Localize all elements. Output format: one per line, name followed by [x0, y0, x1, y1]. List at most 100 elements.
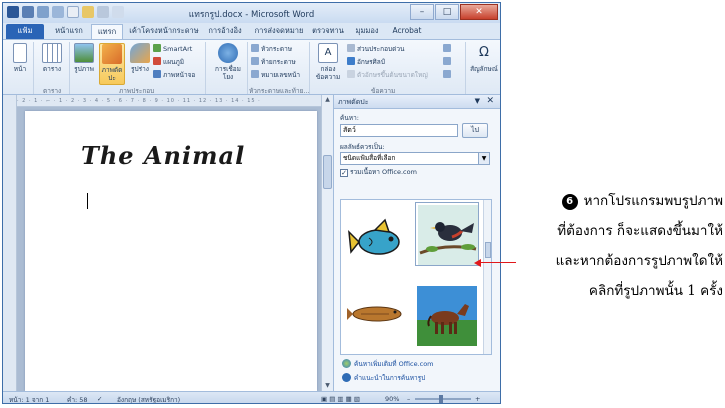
more-office-label: ค้นหาเพิ่มเติมที่ Office.com: [354, 360, 434, 368]
tab-review[interactable]: ตรวจทาน: [309, 24, 347, 39]
results-scroll-thumb[interactable]: [485, 242, 491, 258]
status-zoom[interactable]: 90%: [385, 395, 399, 403]
clipart-result-horse[interactable]: [415, 284, 479, 348]
calendar-icon: [443, 57, 451, 65]
text-cursor: [87, 193, 88, 209]
include-office-checkbox[interactable]: ✓ รวมเนื้อหา Office.com: [340, 167, 417, 177]
scroll-thumb[interactable]: [323, 155, 332, 189]
vertical-ruler: [3, 95, 17, 391]
minimize-button[interactable]: –: [410, 4, 434, 20]
step-annotation: 6 หากโปรแกรมพบรูปภาพ ที่ต้องการ ก็จะแสดงข…: [505, 186, 723, 306]
status-language[interactable]: อังกฤษ (สหรัฐอเมริกา): [117, 395, 180, 403]
smartart-icon: [153, 44, 161, 52]
chart-label: แผนภูมิ: [163, 58, 185, 66]
screenshot-label: ภาพหน้าจอ: [163, 71, 196, 79]
search-tips-link[interactable]: คำแนะนำในการค้นหารูป: [342, 373, 425, 383]
tab-insert[interactable]: แทรก: [91, 24, 123, 39]
step-number-badge: 6: [561, 194, 578, 210]
page-number-button[interactable]: หมายเลขหน้า: [251, 70, 300, 80]
results-scrollbar[interactable]: [483, 200, 491, 354]
ribbon-separator: [247, 42, 248, 94]
clipart-result-bird[interactable]: [415, 202, 479, 266]
zoom-in-icon[interactable]: +: [475, 395, 480, 403]
status-words[interactable]: คำ: 58: [67, 395, 88, 403]
table-button[interactable]: ตาราง: [39, 43, 65, 73]
tab-references[interactable]: การอ้างอิง: [203, 24, 247, 39]
dropcap-icon: [347, 70, 355, 78]
ribbon-tabs: แฟ้ม หน้าแรก แทรก เค้าโครงหน้ากระดาษ การ…: [3, 23, 500, 39]
picture-button[interactable]: รูปภาพ: [71, 43, 97, 73]
status-page[interactable]: หน้า: 1 จาก 1: [9, 395, 49, 403]
maximize-button[interactable]: □: [435, 4, 459, 20]
clipart-result-fish-brown[interactable]: [345, 284, 409, 348]
pane-close-icon[interactable]: ✕: [486, 96, 494, 106]
quickparts-button[interactable]: ส่วนประกอบด่วน: [347, 44, 404, 54]
pane-options-icon[interactable]: ▼: [475, 97, 480, 105]
annotation-line-4: คลิกที่รูปภาพนั้น 1 ครั้ง: [588, 283, 723, 299]
tab-mailings[interactable]: การส่งจดหมาย: [251, 24, 307, 39]
clipart-result-fish-blue[interactable]: [345, 208, 409, 272]
object-icon: [443, 70, 451, 78]
clipart-icon: [102, 44, 122, 64]
shapes-button[interactable]: รูปร่าง: [127, 43, 153, 73]
picture-label: รูปภาพ: [74, 65, 94, 73]
page-number-label: หมายเลขหน้า: [261, 71, 301, 79]
status-bar: หน้า: 1 จาก 1 คำ: 58 ✓ อังกฤษ (สหรัฐอเมร…: [3, 391, 500, 403]
document-heading[interactable]: The Animal: [81, 141, 245, 170]
ribbon: หน้า ตาราง รูปภาพ ภาพตัดปะ รูปร่าง Smart…: [3, 39, 500, 95]
quickparts-label: ส่วนประกอบด่วน: [357, 45, 405, 53]
zoom-out-icon[interactable]: –: [407, 395, 410, 403]
footer-button[interactable]: ท้ายกระดาษ: [251, 57, 296, 67]
object-button[interactable]: [443, 70, 453, 80]
media-type-select[interactable]: ชนิดแฟ้มสื่อที่เลือก ▼: [340, 152, 490, 165]
chart-button[interactable]: แผนภูมิ: [153, 57, 184, 67]
quickparts-icon: [347, 44, 355, 52]
textbox-icon: A: [318, 43, 338, 63]
tab-home[interactable]: หน้าแรก: [49, 24, 89, 39]
fish-blue-image: [348, 218, 400, 255]
clipart-pane-title: ภาพตัดปะ: [338, 98, 369, 106]
signature-line-button[interactable]: [443, 44, 453, 54]
header-icon: [251, 44, 259, 52]
table-label: ตาราง: [42, 65, 62, 73]
wordart-button[interactable]: อักษรศิลป์: [347, 57, 385, 67]
clipart-label: ภาพตัดปะ: [101, 66, 123, 82]
word-window: แทรกรูป.docx - Microsoft Word – □ ✕ แฟ้ม…: [2, 2, 501, 404]
header-button[interactable]: หัวกระดาษ: [251, 44, 292, 54]
proofing-icon[interactable]: ✓: [97, 395, 102, 403]
tab-acrobat[interactable]: Acrobat: [389, 24, 425, 39]
pages-icon: [13, 43, 27, 63]
tab-page-layout[interactable]: เค้าโครงหน้ากระดาษ: [127, 24, 201, 39]
symbol-button[interactable]: Ω สัญลักษณ์: [469, 43, 499, 73]
textbox-button[interactable]: A กล่องข้อความ: [313, 43, 343, 81]
clipart-button[interactable]: ภาพตัดปะ: [99, 43, 125, 85]
hyperlink-label: การเชื่อมโยง: [215, 65, 241, 81]
go-button[interactable]: ไป: [462, 123, 488, 138]
hyperlink-button[interactable]: การเชื่อมโยง: [213, 43, 243, 81]
chevron-down-icon[interactable]: ▼: [478, 153, 489, 164]
screenshot-button[interactable]: ภาพหน้าจอ: [153, 70, 195, 80]
checkbox-checked-icon[interactable]: ✓: [340, 169, 348, 177]
textbox-label: กล่องข้อความ: [315, 65, 341, 81]
more-office-link[interactable]: ค้นหาเพิ่มเติมที่ Office.com: [342, 359, 434, 369]
tab-view[interactable]: มุมมอง: [349, 24, 385, 39]
scroll-up-icon[interactable]: ▲: [322, 95, 333, 105]
annotation-line-3: และหากต้องการรูปภาพใดให้: [555, 253, 723, 269]
document-area: · 2 · 1 · ⌐ · 1 · 2 · 3 · 4 · 5 · 6 · 7 …: [3, 95, 333, 391]
zoom-slider[interactable]: [415, 395, 471, 403]
date-time-button[interactable]: [443, 57, 453, 67]
smartart-button[interactable]: SmartArt: [153, 44, 192, 54]
dropcap-button[interactable]: ตัวอักษรขึ้นต้นขนาดใหญ่: [347, 70, 428, 80]
document-page[interactable]: The Animal: [25, 111, 317, 391]
close-button[interactable]: ✕: [460, 4, 498, 20]
pages-button[interactable]: หน้า: [7, 43, 33, 73]
zoom-slider-knob[interactable]: [439, 395, 443, 403]
view-buttons[interactable]: ▣ ▤ ▥ ▦ ▧: [321, 395, 360, 403]
annotation-line-1: 6 หากโปรแกรมพบรูปภาพ: [505, 186, 723, 216]
pages-label: หน้า: [13, 65, 27, 73]
tab-file[interactable]: แฟ้ม: [6, 24, 44, 39]
search-input[interactable]: สัตว์: [340, 124, 458, 137]
document-scrollbar[interactable]: ▲ ▼: [321, 95, 333, 391]
scroll-down-icon[interactable]: ▼: [322, 381, 333, 391]
shapes-icon: [130, 43, 150, 63]
